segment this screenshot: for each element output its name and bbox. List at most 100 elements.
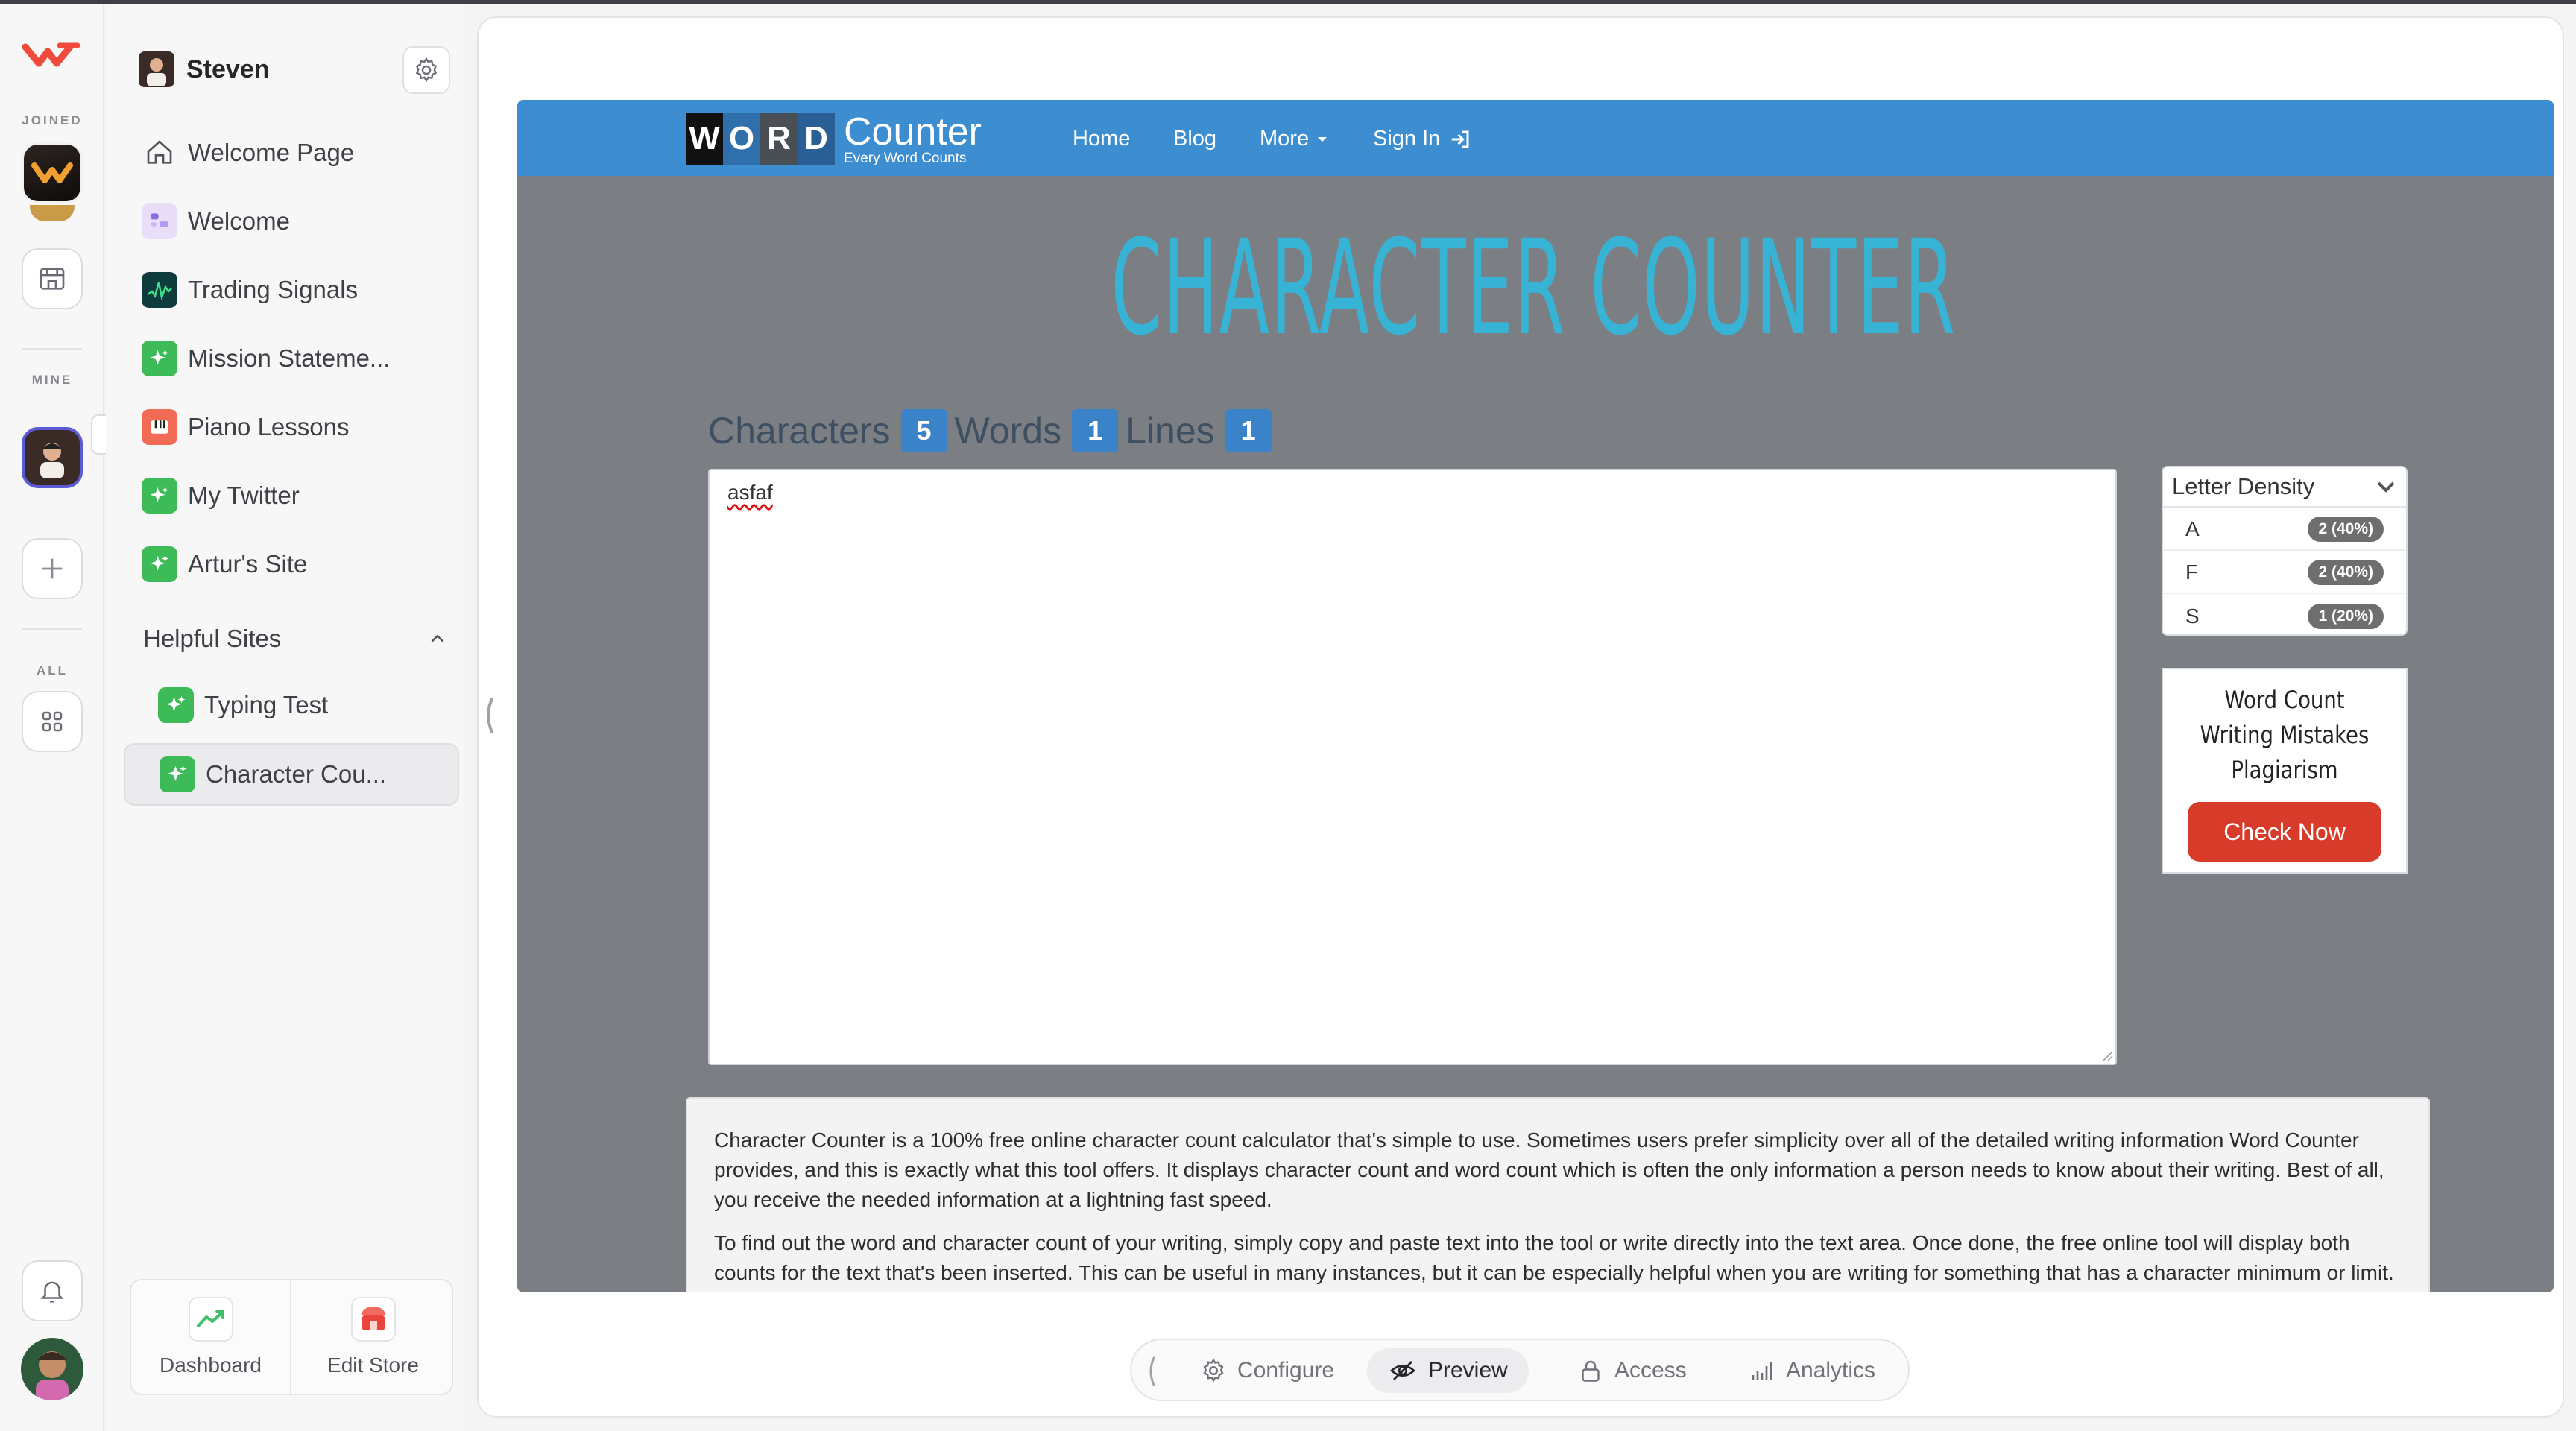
tab-analytics[interactable]: Analytics (1728, 1348, 1896, 1393)
nav-more-label: More (1260, 127, 1310, 151)
characters-label: Characters (708, 410, 891, 452)
brand-logo-icon[interactable] (22, 41, 82, 71)
sidebar-item-label: Mission Stateme... (188, 344, 391, 372)
tab-access[interactable]: Access (1556, 1348, 1708, 1393)
user-name: Steven (186, 54, 270, 83)
grid-icon (42, 711, 63, 732)
edit-store-label: Edit Store (327, 1353, 419, 1377)
sidebar-item-label: Welcome (188, 207, 290, 235)
sidebar-item-my-twitter[interactable]: My Twitter (142, 468, 455, 523)
sidebar-item-trading-signals[interactable]: Trading Signals (142, 262, 455, 318)
gear-icon (1203, 1358, 1224, 1383)
sparkle-app-icon (142, 341, 177, 376)
sign-in-icon (1452, 130, 1469, 148)
my-store-avatar[interactable] (22, 427, 83, 488)
app-rail: JOINED MINE ALL (0, 4, 104, 1431)
logo-letter-w: W (686, 113, 723, 165)
rail-divider (22, 348, 82, 350)
store-grid-button[interactable] (22, 248, 83, 309)
nav-sign-in-link[interactable]: Sign In (1373, 127, 1471, 151)
chevron-down-icon (2377, 481, 2395, 493)
description-paragraph: Character Counter is a 100% free online … (714, 1128, 2384, 1211)
sidebar-item-arturs-site[interactable]: Artur's Site (142, 537, 455, 592)
home-icon (142, 135, 177, 171)
plus-icon (42, 558, 63, 579)
density-letter: F (2185, 560, 2199, 584)
sidebar-item-mission-statement[interactable]: Mission Stateme... (142, 331, 455, 386)
tab-label: Analytics (1786, 1358, 1876, 1383)
user-avatar-small (139, 51, 174, 87)
joined-store-avatar[interactable] (22, 142, 83, 203)
bar-chart-icon (1752, 1362, 1772, 1380)
user-header[interactable]: Steven (139, 48, 270, 90)
density-value: 2 (40%) (2308, 560, 2384, 585)
dashboard-label: Dashboard (160, 1353, 262, 1377)
lock-icon (1582, 1360, 1600, 1382)
promo-line-1: Word Count (2224, 686, 2345, 714)
density-row: F 2 (40%) (2163, 552, 2406, 594)
sparkle-app-icon (142, 546, 177, 582)
store-icon (350, 1297, 396, 1342)
tab-label: Preview (1428, 1358, 1508, 1383)
sidebar-item-character-counter[interactable]: Character Cou... (124, 743, 459, 806)
tab-label: Configure (1237, 1358, 1335, 1383)
sidebar-item-welcome-page[interactable]: Welcome Page (142, 125, 455, 180)
sidebar-item-typing-test[interactable]: Typing Test (158, 677, 455, 733)
logo-letter-d: D (798, 113, 835, 165)
nav-more-dropdown[interactable]: More (1260, 127, 1330, 151)
trend-icon (188, 1297, 233, 1342)
settings-button[interactable] (402, 46, 450, 94)
all-label: ALL (36, 663, 69, 677)
words-count-badge: 1 (1072, 409, 1119, 452)
caret-down-icon (1318, 136, 1328, 142)
tab-preview[interactable]: Preview (1367, 1348, 1529, 1393)
collapse-sidebar-handle[interactable] (480, 693, 496, 738)
density-letter: A (2185, 517, 2200, 540)
edit-store-button[interactable]: Edit Store (293, 1280, 453, 1394)
density-letter: S (2185, 604, 2200, 628)
sidebar-item-label: Piano Lessons (188, 413, 350, 440)
chat-app-icon (142, 203, 177, 239)
logo-tagline: Every Word Counts (844, 150, 967, 166)
sidebar-item-label: Typing Test (204, 691, 329, 718)
sidebar-item-label: Character Cou... (206, 760, 387, 788)
piano-app-icon (142, 409, 177, 445)
chart-app-icon (142, 272, 177, 308)
eye-slash-icon (1389, 1361, 1416, 1380)
resize-handle-icon[interactable] (2100, 1049, 2114, 1062)
all-stores-button[interactable] (22, 691, 83, 752)
dashboard-button[interactable]: Dashboard (131, 1280, 291, 1394)
logo-letter-o: O (723, 113, 760, 165)
lines-label: Lines (1126, 410, 1215, 452)
check-now-button[interactable]: Check Now (2188, 802, 2381, 862)
description-box: Character Counter is a 100% free online … (686, 1097, 2430, 1292)
nav-sign-in-label: Sign In (1373, 127, 1441, 151)
logo-letter-r: R (760, 113, 798, 165)
nav-blog-link[interactable]: Blog (1173, 127, 1216, 151)
sidebar-item-piano-lessons[interactable]: Piano Lessons (142, 399, 455, 455)
sidebar-bottom-actions: Dashboard Edit Store (130, 1279, 453, 1395)
density-row: S 1 (20%) (2163, 596, 2406, 637)
tab-configure[interactable]: Configure (1179, 1348, 1355, 1393)
add-store-button[interactable] (22, 538, 83, 599)
logo-word: Counter (844, 110, 982, 154)
site-navbar: W O R D Counter Every Word Counts Home B… (517, 100, 2554, 176)
sidebar: Steven Welcome Page Welcome Trading Sign… (106, 4, 464, 1431)
grammar-check-ad: Word Count Writing Mistakes Plagiarism C… (2162, 668, 2408, 874)
tabbar-collapse-handle[interactable] (1145, 1355, 1157, 1388)
density-value: 2 (40%) (2308, 517, 2384, 542)
notifications-button[interactable] (22, 1260, 83, 1321)
section-label: Helpful Sites (143, 625, 282, 652)
mine-label: MINE (31, 373, 73, 387)
user-avatar[interactable] (21, 1338, 83, 1400)
site-logo[interactable]: W O R D Counter Every Word Counts (686, 112, 982, 165)
nav-home-link[interactable]: Home (1073, 127, 1130, 151)
letter-density-header[interactable]: Letter Density (2163, 467, 2406, 508)
stats-line: Characters 5 Words 1 Lines 1 (708, 408, 1279, 453)
sparkle-app-icon (142, 478, 177, 514)
text-input-area[interactable]: asfaf (708, 469, 2117, 1065)
storefront-icon (40, 268, 65, 290)
density-row: A 2 (40%) (2163, 509, 2406, 551)
helpful-sites-section[interactable]: Helpful Sites (143, 616, 449, 661)
sidebar-item-welcome[interactable]: Welcome (142, 194, 455, 249)
